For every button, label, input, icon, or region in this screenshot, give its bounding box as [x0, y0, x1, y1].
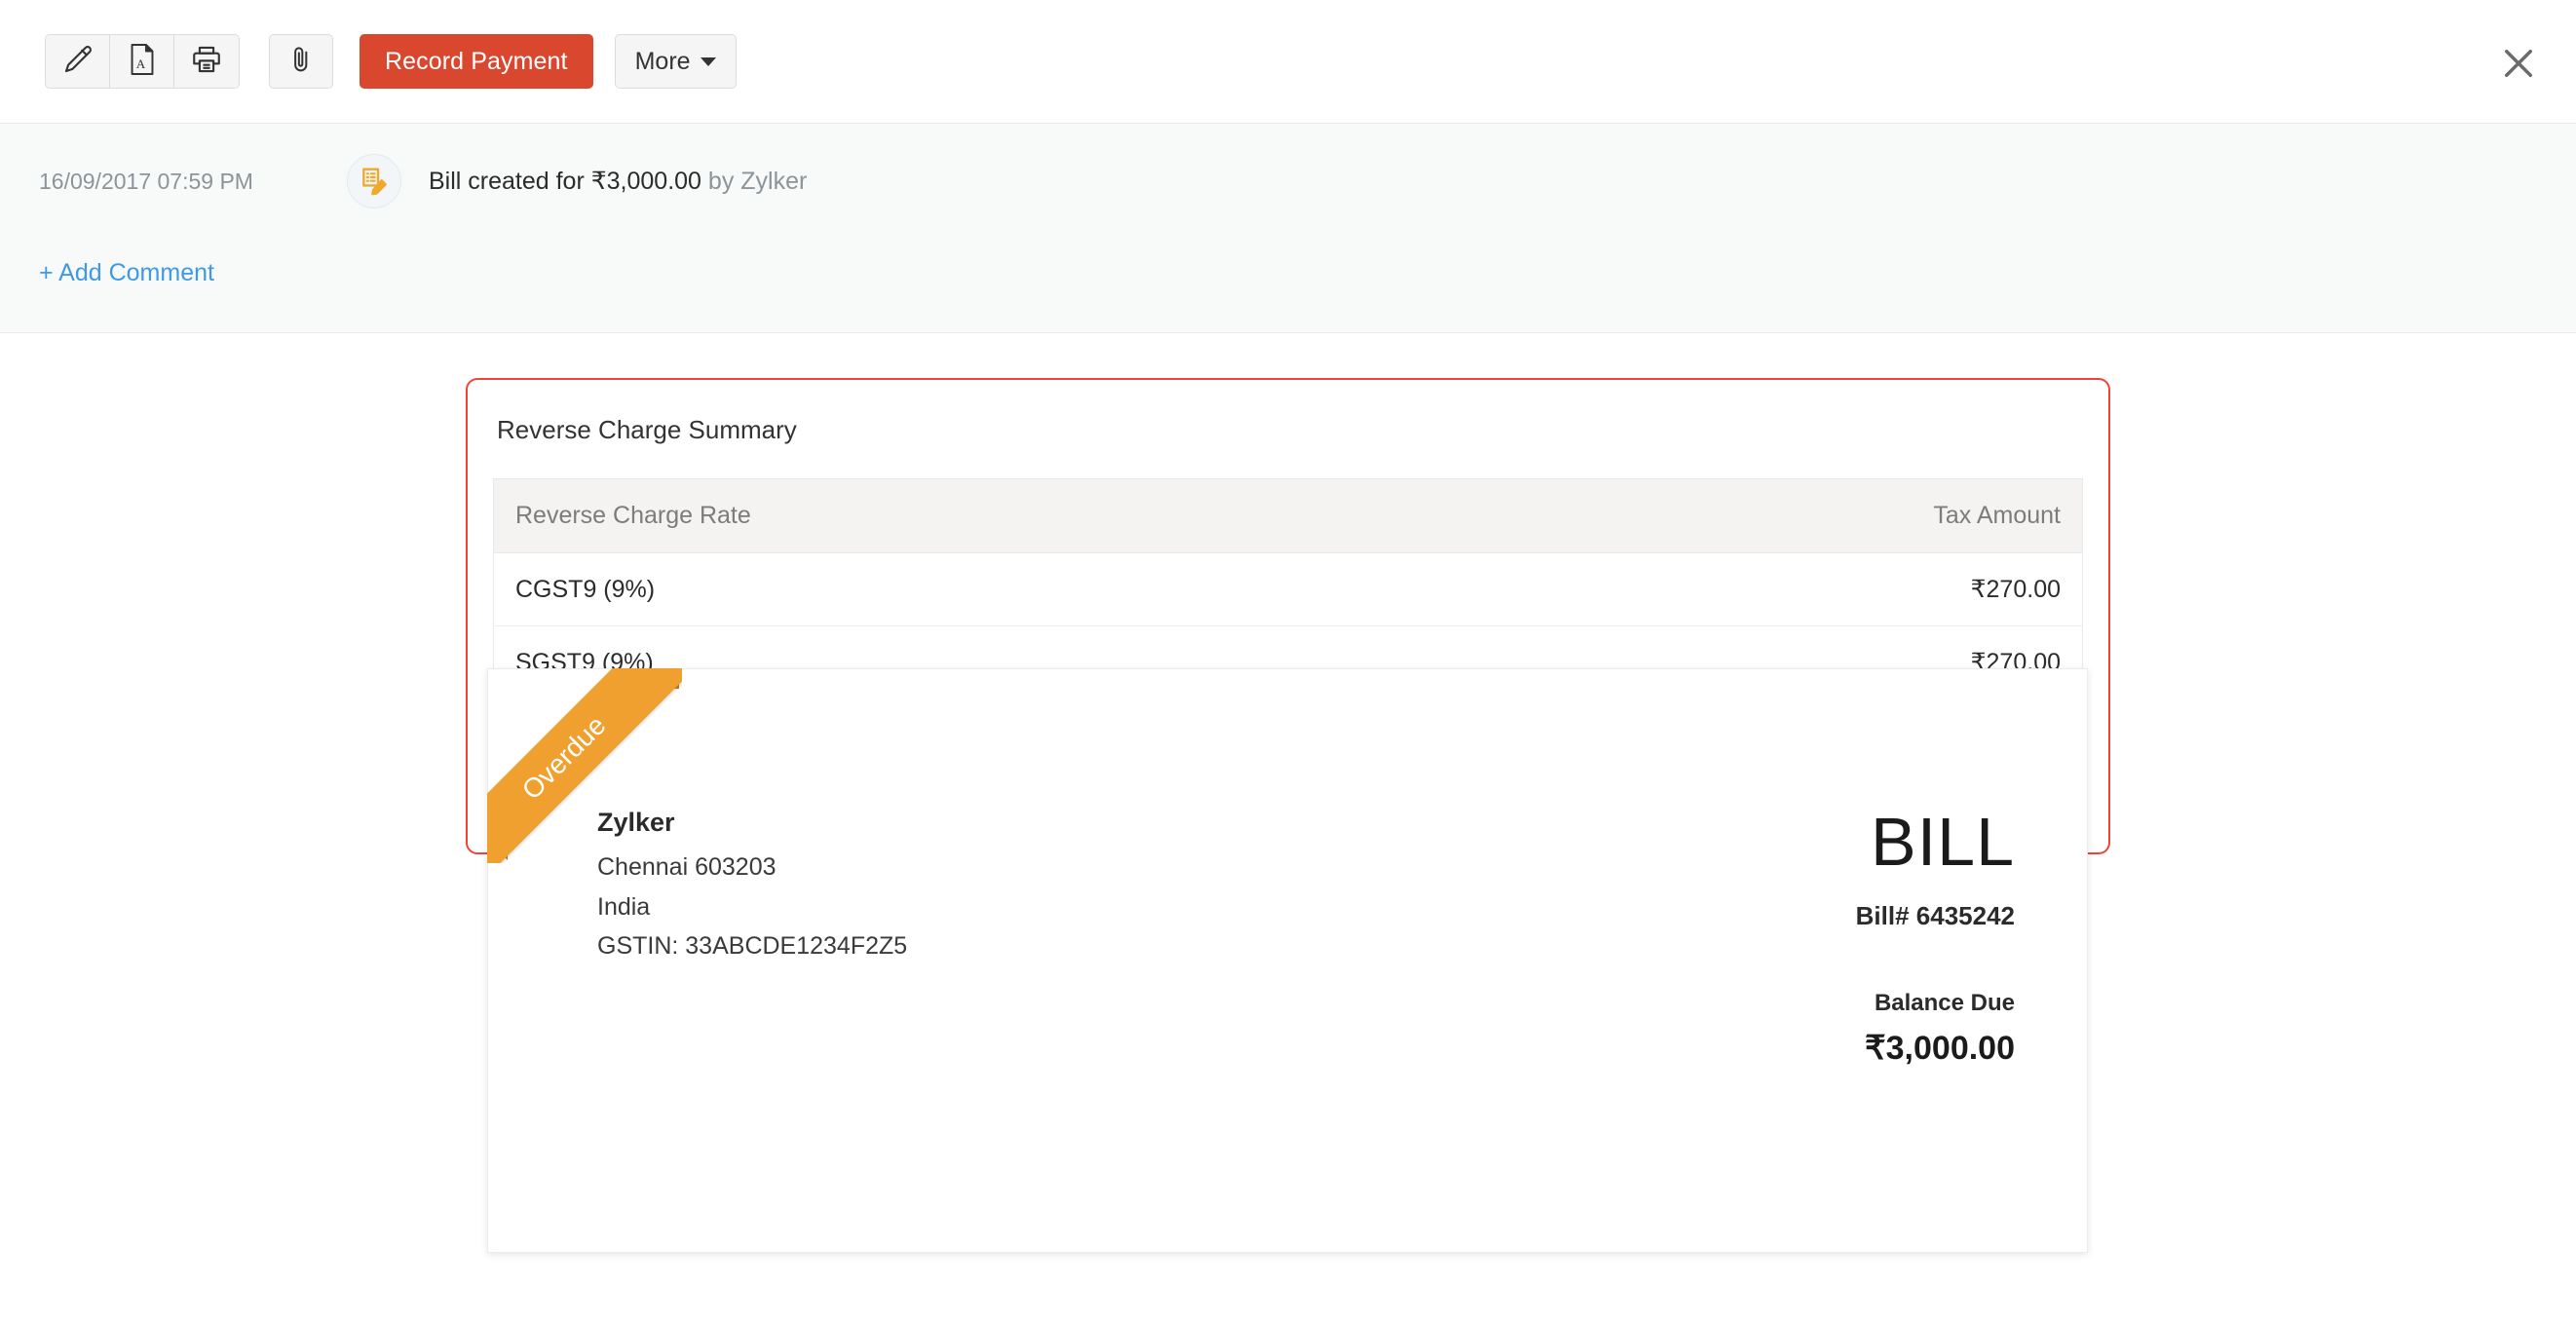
attachment-button[interactable]: [269, 34, 333, 89]
table-row: CGST9 (9%) ₹270.00: [493, 552, 2083, 626]
add-comment-link[interactable]: + Add Comment: [39, 259, 214, 287]
svg-text:A: A: [135, 57, 145, 71]
table-header-row: Reverse Charge Rate Tax Amount: [493, 478, 2083, 553]
paperclip-icon: [285, 44, 317, 80]
print-button[interactable]: [174, 35, 239, 88]
bill-meta-block: BILL Bill# 6435242 Balance Due ₹3,000.00: [1856, 808, 2015, 1068]
more-button[interactable]: More: [614, 34, 737, 89]
toolbar: A Record Payment More: [0, 0, 2576, 124]
edit-button[interactable]: [46, 35, 110, 88]
activity-row: 16/09/2017 07:59 PM Bill created for ₹3,…: [39, 124, 2576, 208]
print-icon: [190, 43, 223, 81]
column-header-rate: Reverse Charge Rate: [493, 478, 1480, 553]
activity-text-main: Bill created for ₹3,000.00: [429, 168, 701, 195]
reverse-charge-title: Reverse Charge Summary: [497, 415, 797, 444]
document-title: BILL: [1871, 804, 2015, 880]
pdf-icon: A: [127, 43, 158, 81]
bill-preview-card: Overdue Zylker Chennai 603203 India GSTI…: [487, 668, 2088, 1253]
bill-created-icon: [347, 154, 401, 208]
cell-rate: CGST9 (9%): [493, 552, 1480, 626]
vendor-country: India: [597, 892, 651, 921]
column-header-tax-amount: Tax Amount: [1479, 478, 2083, 553]
icon-button-group: A: [45, 34, 240, 89]
activity-section: 16/09/2017 07:59 PM Bill created for ₹3,…: [0, 124, 2576, 333]
record-payment-button[interactable]: Record Payment: [360, 34, 593, 89]
vendor-name: Zylker: [597, 808, 675, 837]
activity-text-author: by Zylker: [707, 168, 808, 195]
cell-amount: ₹270.00: [1479, 552, 2083, 626]
vendor-address-block: Zylker Chennai 603203 India GSTIN: 33ABC…: [597, 808, 907, 1068]
edit-icon: [61, 43, 95, 81]
pdf-button[interactable]: A: [110, 35, 174, 88]
main-content: Reverse Charge Summary Reverse Charge Ra…: [0, 333, 2576, 1320]
bill-number: Bill# 6435242: [1855, 901, 2015, 930]
more-button-label: More: [634, 47, 691, 75]
bill-header: Zylker Chennai 603203 India GSTIN: 33ABC…: [488, 669, 2087, 1068]
activity-timestamp: 16/09/2017 07:59 PM: [39, 168, 253, 194]
vendor-city: Chennai 603203: [597, 853, 777, 881]
close-button[interactable]: [2498, 43, 2539, 84]
chevron-down-icon: [700, 57, 716, 66]
balance-due-amount: ₹3,000.00: [1865, 1030, 2015, 1067]
activity-text: Bill created for ₹3,000.00 by Zylker: [429, 167, 807, 196]
balance-due-label: Balance Due: [1874, 990, 2015, 1016]
vendor-gstin: GSTIN: 33ABCDE1234F2Z5: [597, 932, 908, 960]
